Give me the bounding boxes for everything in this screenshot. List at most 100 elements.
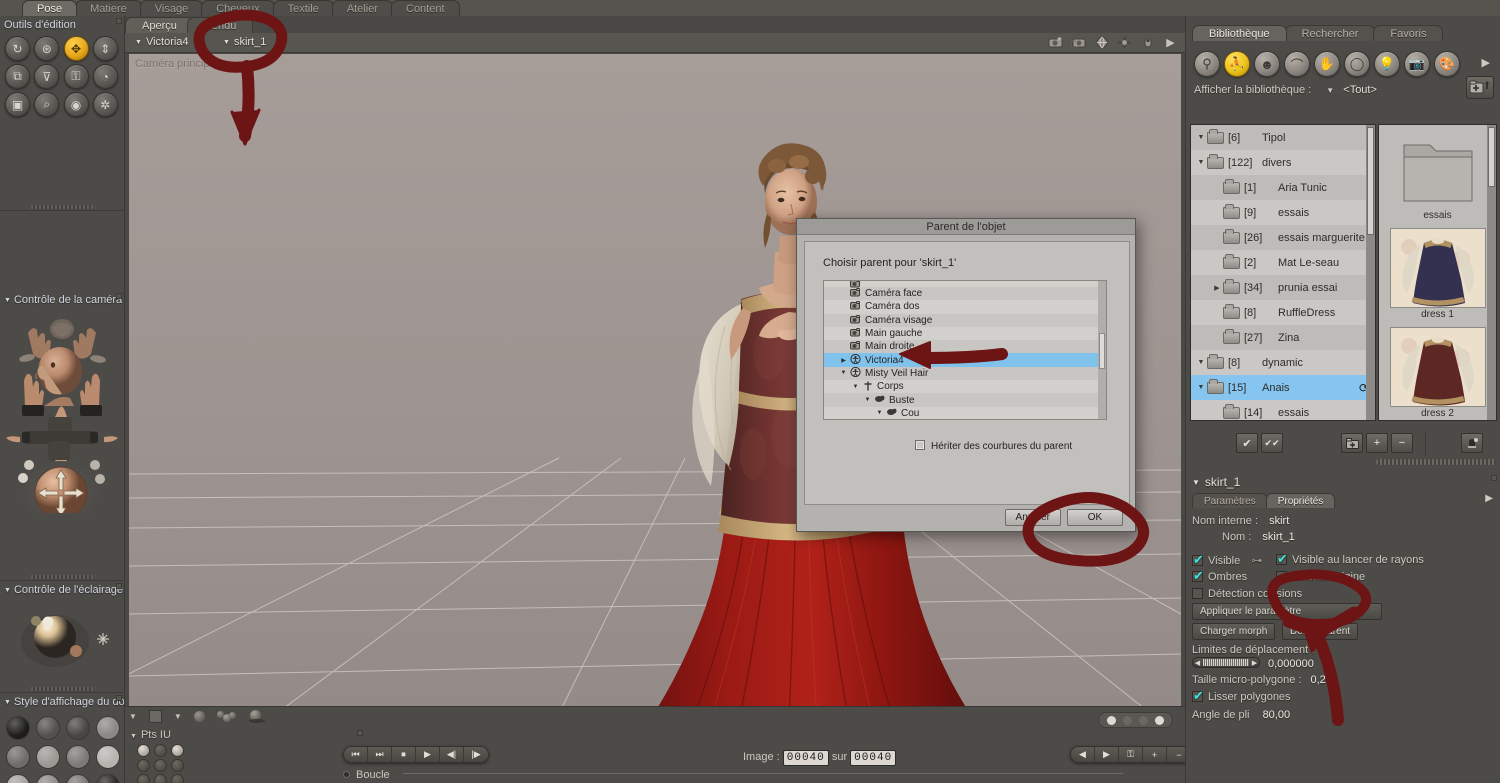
slider-right-arrow[interactable]: ▶ [1250, 659, 1259, 667]
add-library-icon[interactable] [1466, 76, 1494, 99]
pts-iu-dot-6[interactable] [137, 774, 150, 783]
light-control-widget[interactable] [0, 599, 125, 679]
chevron-right-icon[interactable]: ▶ [1162, 35, 1179, 50]
key-control-3[interactable]: + [1143, 747, 1167, 762]
chevron-right-icon[interactable]: ▶ [1485, 493, 1493, 504]
tab-rendu[interactable]: Rendu [187, 17, 254, 33]
display-mode-dots[interactable] [1098, 712, 1173, 728]
ball-icon[interactable] [193, 711, 205, 722]
library-tab-bibliothèque[interactable]: Bibliothèque [1192, 25, 1287, 41]
show-origin-checkbox[interactable]: Afficher origine [1276, 571, 1365, 583]
show-library-value[interactable]: <Tout> [1343, 84, 1377, 96]
hierarchy-row[interactable]: Caméra visage [824, 314, 1106, 327]
camera-icon[interactable] [1047, 35, 1064, 50]
display-style-flat-lined[interactable] [66, 745, 90, 769]
room-tab-content[interactable]: Content [391, 0, 460, 16]
properties-tab-proprits[interactable]: Propriétés [1265, 493, 1336, 508]
globe-icon[interactable] [1093, 35, 1110, 50]
apply-material-icon[interactable] [1461, 433, 1483, 453]
hierarchy-row[interactable]: Main droite [824, 340, 1106, 353]
checkbox-box[interactable] [1192, 552, 1204, 568]
timeline-track[interactable] [402, 773, 1123, 774]
pts-iu-dot-8[interactable] [171, 774, 184, 783]
chevron-down-icon[interactable]: ▼ [1195, 134, 1207, 141]
key-control-0[interactable]: ◀ [1071, 747, 1095, 762]
cancel-button[interactable]: Annuler [1004, 509, 1061, 526]
morph-putty-tool[interactable]: ◉ [63, 92, 89, 117]
ball-shadow-icon[interactable] [248, 710, 265, 723]
room-tab-atelier[interactable]: Atelier [331, 0, 393, 16]
scrollbar-thumb[interactable] [1488, 127, 1495, 187]
hierarchy-row[interactable]: ▼ Cou [824, 406, 1106, 419]
frame-current[interactable]: 00040 [782, 750, 829, 766]
library-folder-row[interactable]: [9] essais [1191, 200, 1375, 225]
room-tab-matiere[interactable]: Matiere [75, 0, 142, 16]
inherit-bends-checkbox[interactable]: Hériter des courbures du parent [915, 440, 1072, 452]
hierarchy-row[interactable]: Caméra dos [824, 300, 1106, 314]
visible-checkbox[interactable]: Visible ⊶ [1192, 552, 1262, 568]
camera-control-widget[interactable] [0, 313, 125, 513]
figures-category[interactable]: ⚲ [1194, 51, 1220, 77]
set-parent-button[interactable]: Définir parent [1282, 623, 1359, 640]
checkbox-box[interactable] [1276, 551, 1288, 567]
lights-category[interactable]: 💡 [1374, 51, 1400, 77]
display-style-hidden-line[interactable] [96, 716, 120, 740]
frame-total[interactable]: 00040 [850, 750, 897, 766]
new-folder-icon[interactable] [1341, 433, 1363, 453]
library-folder-row[interactable]: ▼ [6] Tipol [1191, 125, 1375, 150]
chevron-down-icon[interactable]: ▼ [838, 370, 849, 376]
hierarchy-row[interactable]: Caméra face [824, 287, 1106, 300]
scrollbar-thumb[interactable] [1099, 333, 1105, 369]
display-style-cartoon[interactable] [96, 774, 120, 783]
library-tab-favoris[interactable]: Favoris [1373, 25, 1444, 41]
crease-value[interactable]: 80,00 [1263, 709, 1291, 721]
hands-category[interactable]: ✋ [1314, 51, 1340, 77]
ok-button[interactable]: OK [1067, 509, 1123, 526]
chevron-down-icon[interactable]: ▼ [1195, 384, 1207, 391]
chevron-right-icon[interactable]: ▶ [1482, 56, 1490, 69]
library-thumbnail[interactable]: dress 2 [1389, 327, 1486, 420]
library-folder-row[interactable]: [8] RuffleDress [1191, 300, 1375, 325]
collision-checkbox[interactable]: Détection collisions [1192, 588, 1302, 600]
library-thumbnail-list[interactable]: essais dress 1 dress 2 [1378, 124, 1497, 421]
panel-corner-grip[interactable] [116, 583, 122, 589]
display-style-texture-shaded[interactable] [36, 774, 60, 783]
library-folder-row[interactable]: ▶ [34] prunia essai [1191, 275, 1375, 300]
display-dot-3[interactable] [1155, 715, 1164, 725]
hierarchy-row[interactable]: ▼ Buste [824, 393, 1106, 406]
square-icon[interactable] [148, 710, 162, 723]
checkbox-box[interactable] [1192, 688, 1204, 704]
faces-category[interactable]: ☻ [1254, 51, 1280, 77]
panel-corner-grip[interactable] [116, 293, 122, 299]
display-style-wireframe[interactable] [66, 716, 90, 740]
library-folder-row[interactable]: [14] essais [1191, 400, 1375, 420]
chevron-down-icon[interactable]: ▼ [129, 712, 137, 721]
room-tab-cheveux[interactable]: Cheveux [201, 0, 275, 16]
chevron-down-icon[interactable]: ▼ [1326, 86, 1334, 95]
balls-icon[interactable] [216, 710, 237, 723]
shadows-checkbox[interactable]: Ombres [1192, 568, 1247, 584]
grouping-tool[interactable]: ▣ [5, 92, 30, 117]
chevron-down-icon[interactable]: ▼ [862, 397, 873, 403]
properties-tab-paramtres[interactable]: Paramètres [1192, 493, 1268, 508]
chain-break-tool[interactable]: ⚿ [63, 64, 89, 89]
key-control-1[interactable]: ▶ [1095, 747, 1119, 762]
checkbox-box[interactable] [915, 440, 925, 450]
loop-toggle[interactable] [343, 771, 350, 778]
pts-iu-dot-5[interactable] [171, 759, 184, 772]
library-scrollbar[interactable] [1366, 125, 1375, 420]
chevron-down-icon[interactable]: ▼ [1195, 359, 1207, 366]
transport-button-3[interactable]: ▶ [416, 747, 440, 762]
hierarchy-row[interactable]: Main gauche [824, 326, 1106, 341]
scrollbar-thumb[interactable] [1367, 127, 1374, 235]
color-tool[interactable]: ◔ [92, 64, 118, 89]
displacement-slider[interactable]: ◀ ▶ [1192, 657, 1260, 668]
panel-corner-grip[interactable] [1491, 475, 1497, 481]
view-magnifier-tool[interactable]: ⌕ [34, 92, 60, 117]
display-dot-0[interactable] [1107, 715, 1116, 725]
room-tab-pose[interactable]: Pose [22, 0, 78, 16]
display-style-smooth-lined[interactable] [6, 774, 30, 783]
chevron-right-icon[interactable]: ▶ [838, 357, 849, 364]
pts-iu-dot-4[interactable] [154, 759, 167, 772]
library-folder-row[interactable]: [27] Zina [1191, 325, 1375, 350]
